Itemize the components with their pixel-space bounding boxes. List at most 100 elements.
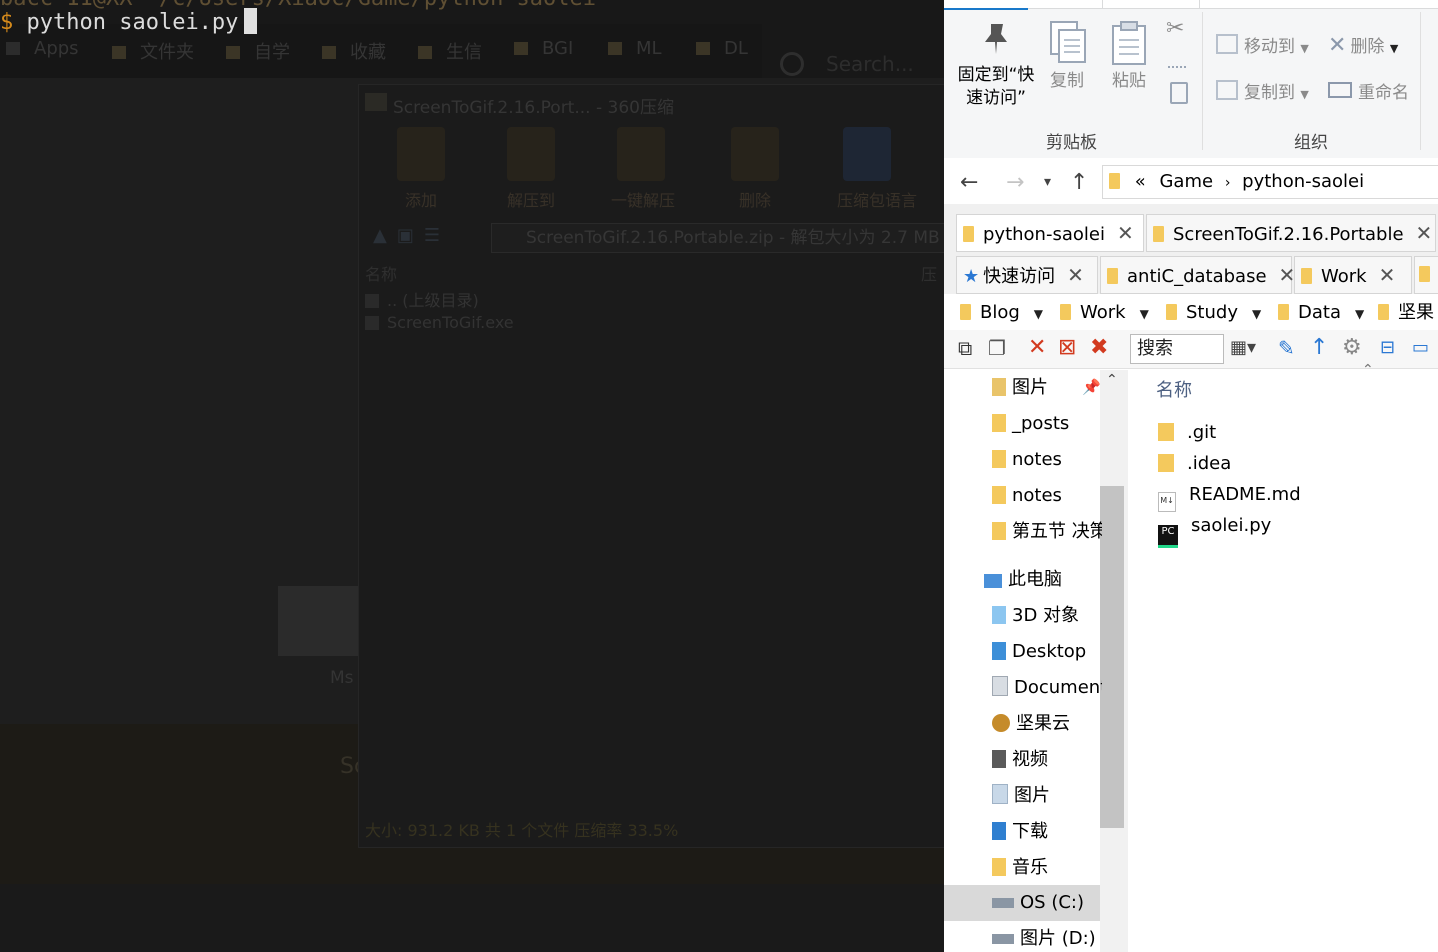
close-others-icon[interactable]: ⊠ xyxy=(1058,336,1076,360)
file-item-readme[interactable]: M↓ README.md xyxy=(1158,484,1301,512)
tab-quick-access[interactable]: ★ 快速访问 ✕ xyxy=(956,256,1098,294)
nav-item-documents[interactable]: Documents xyxy=(992,670,1102,706)
tab-overflow[interactable] xyxy=(1414,256,1438,294)
tab-work[interactable]: Work ✕ xyxy=(1294,256,1412,294)
nav-item-pictures-pinned[interactable]: 图片 xyxy=(992,370,1102,406)
nav-item-notes-2[interactable]: notes xyxy=(992,478,1102,514)
nav-item-videos[interactable]: 视频 xyxy=(992,742,1102,778)
nav-item-drive-c[interactable]: OS (C:) xyxy=(992,885,1102,921)
close-all-icon[interactable]: ✖ xyxy=(1090,336,1108,360)
nav-item-pictures[interactable]: 图片 xyxy=(992,778,1102,814)
zip-app-icon xyxy=(365,93,387,111)
nav-item-desktop[interactable]: Desktop xyxy=(992,634,1102,670)
favorites-bar: Blog ▼ Work ▼ Study ▼ Data ▼ 坚果 xyxy=(944,296,1438,330)
bookmark-item[interactable]: ML xyxy=(608,38,662,59)
pin-tab-icon[interactable]: ✎ xyxy=(1278,336,1295,360)
fav-blog[interactable]: Blog ▼ xyxy=(960,296,1043,331)
ribbon-tab-strip[interactable] xyxy=(944,0,1438,10)
address-bar[interactable]: « Game › python-saolei xyxy=(1102,165,1438,199)
nav-item-this-pc[interactable]: 此电脑 xyxy=(984,562,1100,598)
zip-column-ratio[interactable]: 压 xyxy=(921,261,937,285)
zip-column-name[interactable]: 名称 xyxy=(365,261,397,285)
file-item-saolei[interactable]: PC saolei.py xyxy=(1158,515,1271,548)
paste-shortcut-icon[interactable] xyxy=(1170,82,1188,104)
clone-window-icon[interactable]: ❐ xyxy=(988,336,1006,360)
file-item-git[interactable]: .git xyxy=(1158,422,1216,443)
bookmark-item[interactable]: Apps xyxy=(6,38,79,59)
pin-quick-access-button[interactable]: 固定到“快 速访问” xyxy=(952,20,1040,110)
close-icon[interactable]: ✕ xyxy=(1117,221,1134,245)
view-mode-icon[interactable]: ▦▾ xyxy=(1230,336,1256,360)
nav-item-3d-objects[interactable]: 3D 对象 xyxy=(992,598,1102,634)
search-icon[interactable] xyxy=(780,52,804,76)
zip-row-file[interactable]: ScreenToGif.exe xyxy=(365,313,514,332)
nav-item-notes[interactable]: notes xyxy=(992,442,1102,478)
up-arrow-icon[interactable]: ↑ xyxy=(1070,170,1088,195)
preview-pane-icon[interactable]: ▭ xyxy=(1412,336,1429,360)
zip-window[interactable]: ScreenToGif.2.16.Port... - 360压缩 添加 解压到 … xyxy=(358,84,944,848)
nav-item-decision-tree[interactable]: 第五节 决策树 xyxy=(992,514,1102,550)
terminal-command-line[interactable]: $ python saolei.py xyxy=(0,8,258,35)
folder-icon xyxy=(1378,304,1389,320)
pane-toggle-icon[interactable]: ⊟ xyxy=(1380,336,1395,360)
up-folder-icon[interactable]: ↑ xyxy=(1310,336,1328,360)
zip-quick-extract-button[interactable]: 一键解压 xyxy=(611,127,675,211)
new-window-icon[interactable]: ⧉ xyxy=(958,336,972,360)
dropdown-arrow-icon: ▼ xyxy=(1033,307,1044,321)
cut-icon[interactable]: ✂ xyxy=(1166,16,1184,41)
music-icon xyxy=(992,858,1006,876)
dimmed-search-input[interactable]: Search... xyxy=(826,52,914,76)
zip-language-button[interactable]: 压缩包语言 xyxy=(837,127,917,211)
bookmark-item[interactable]: DL xyxy=(696,38,748,59)
close-icon[interactable]: ✕ xyxy=(1028,336,1046,360)
rename-button[interactable]: 重命名 xyxy=(1328,78,1409,103)
move-to-button[interactable]: 移动到 ▼ xyxy=(1216,32,1309,57)
bookmark-item[interactable]: BGI xyxy=(514,38,573,59)
zip-add-button[interactable]: 添加 xyxy=(391,127,451,211)
delete-button[interactable]: ✕ 删除 ▼ xyxy=(1328,32,1398,58)
gear-icon[interactable]: ⚙ xyxy=(1342,336,1362,360)
nav-item-downloads[interactable]: 下载 xyxy=(992,814,1102,850)
bookmark-item[interactable]: 文件夹 xyxy=(112,38,194,64)
copy-icon xyxy=(1042,20,1092,70)
close-icon[interactable]: ✕ xyxy=(1379,263,1396,287)
fav-work[interactable]: Work ▼ xyxy=(1060,296,1149,331)
zip-row-parent[interactable]: .. (上级目录) xyxy=(365,287,479,311)
copy-path-icon[interactable] xyxy=(1168,52,1186,68)
fav-data[interactable]: Data ▼ xyxy=(1278,296,1364,331)
fav-nutstore[interactable]: 坚果 xyxy=(1378,296,1434,330)
recent-locations-chevron-icon[interactable]: ▾ xyxy=(1044,174,1051,190)
nav-item-music[interactable]: 音乐 xyxy=(992,850,1102,886)
close-icon[interactable]: ✕ xyxy=(1067,263,1084,287)
file-explorer-window[interactable]: 固定到“快 速访问” 复制 粘贴 ✂ 移动到 ▼ 复制到 ▼ ✕ 删除 ▼ 重命名… xyxy=(944,0,1438,952)
toolbar-search-input[interactable]: 搜索 xyxy=(1130,334,1224,364)
scroll-up-arrow-icon[interactable]: ⌃ xyxy=(1106,372,1118,388)
tab-screentogif[interactable]: ScreenToGif.2.16.Portable ✕ xyxy=(1146,214,1436,252)
close-icon[interactable]: ✕ xyxy=(1416,221,1433,245)
zip-extract-button[interactable]: 解压到 xyxy=(501,127,561,211)
close-icon[interactable]: ✕ xyxy=(1279,263,1296,287)
bookmark-item[interactable]: 生信 xyxy=(418,38,482,64)
breadcrumb-game[interactable]: Game xyxy=(1159,171,1213,192)
copy-button[interactable]: 复制 xyxy=(1042,20,1092,93)
trash-icon xyxy=(731,127,779,181)
forward-arrow-icon[interactable]: → xyxy=(1006,170,1024,195)
dropdown-arrow-icon: ▼ xyxy=(1354,307,1365,321)
copy-to-button[interactable]: 复制到 ▼ xyxy=(1216,78,1309,103)
nav-item-posts[interactable]: _posts xyxy=(992,406,1102,442)
bookmark-item[interactable]: 自学 xyxy=(226,38,290,64)
nav-scrollbar-thumb[interactable] xyxy=(1100,486,1124,828)
back-arrow-icon[interactable]: ← xyxy=(960,170,978,195)
nav-item-nutstore[interactable]: 坚果云 xyxy=(992,706,1102,742)
file-item-idea[interactable]: .idea xyxy=(1158,453,1231,474)
nav-item-drive-d[interactable]: 图片 (D:) xyxy=(992,921,1102,952)
bookmark-item[interactable]: 收藏 xyxy=(322,38,386,64)
column-header-name[interactable]: 名称 xyxy=(1156,376,1192,402)
zip-delete-button[interactable]: 删除 xyxy=(725,127,785,211)
zip-nav-buttons[interactable]: ▲▣☰ xyxy=(373,225,450,246)
breadcrumb-python-saolei[interactable]: python-saolei xyxy=(1242,171,1364,192)
tab-python-saolei[interactable]: python-saolei ✕ xyxy=(956,214,1144,252)
paste-button[interactable]: 粘贴 xyxy=(1104,20,1154,93)
fav-study[interactable]: Study ▼ xyxy=(1166,296,1261,331)
tab-antic-database[interactable]: antiC_database ✕ xyxy=(1100,256,1295,294)
